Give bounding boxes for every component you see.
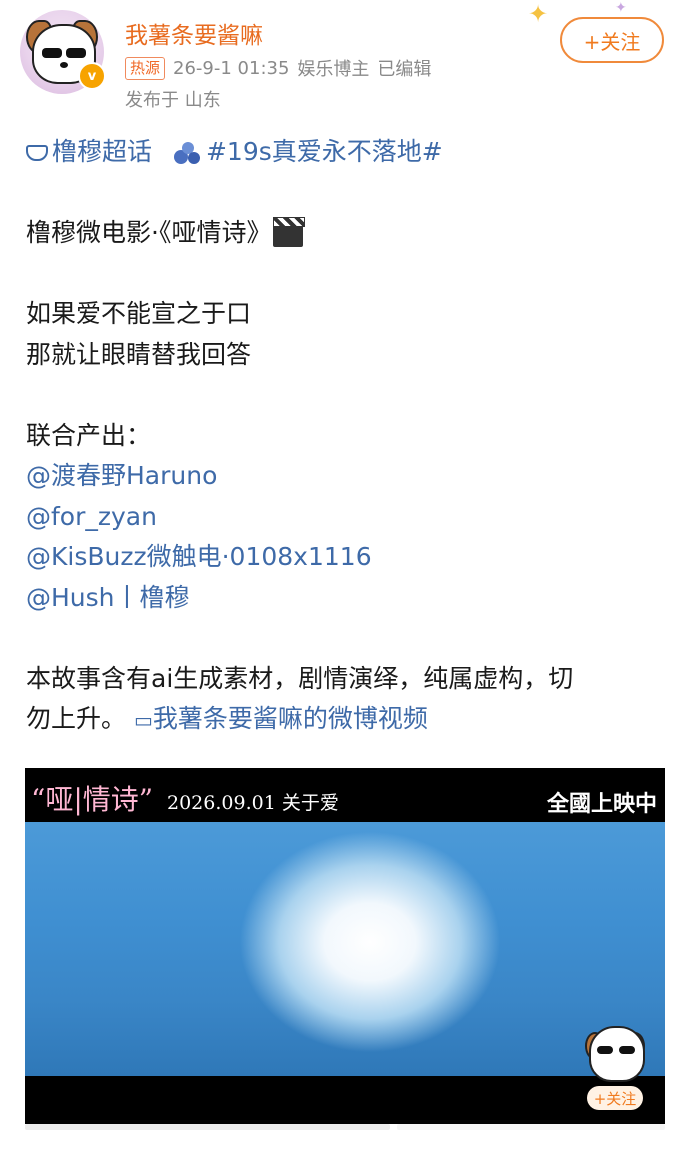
post-body: 橹穆超话 #19s真爱永不落地# 橹穆微电影·《哑情诗》 如果爱不能宣之于口 那… bbox=[26, 132, 666, 741]
bubbles-icon bbox=[172, 140, 202, 166]
post-line-1: 如果爱不能宣之于口 bbox=[26, 299, 252, 328]
edited-label: 已编辑 bbox=[377, 59, 432, 80]
hashtag-link[interactable]: #19s真爱永不落地# bbox=[206, 137, 443, 166]
video-follow-button[interactable]: +关注 bbox=[587, 1086, 643, 1110]
sparkle-icon: ✦ bbox=[615, 0, 627, 16]
user-role: 娱乐博主 bbox=[297, 59, 370, 80]
post-title: 橹穆微电影·《哑情诗》 bbox=[26, 213, 666, 254]
video-date-overlay: 2026.09.01 关于爱 bbox=[167, 792, 339, 814]
video-link[interactable]: ▭我薯条要酱嘛的微博视频 bbox=[134, 704, 428, 733]
user-avatar[interactable]: v bbox=[20, 10, 106, 94]
mention-link[interactable]: @KisBuzz微触电·0108x1116 bbox=[26, 537, 666, 578]
video-player[interactable]: “哑|情诗” 2026.09.01 关于爱 全國上映中 +关注 bbox=[25, 768, 665, 1124]
post-line-2: 那就让眼睛替我回答 bbox=[26, 339, 252, 369]
post-location: 发布于 山东 bbox=[125, 90, 221, 111]
hot-source-tag: 热源 bbox=[125, 56, 166, 80]
diamond-icon bbox=[26, 145, 48, 161]
video-link-icon: ▭ bbox=[133, 708, 153, 732]
indicator-segment bbox=[397, 1124, 665, 1130]
video-top-bar: “哑|情诗” 2026.09.01 关于爱 全國上映中 bbox=[25, 768, 665, 822]
mention-link[interactable]: @Hush丨橹穆 bbox=[26, 578, 666, 619]
super-topic-link[interactable]: 橹穆超话 bbox=[26, 137, 152, 166]
indicator-segment bbox=[25, 1124, 390, 1130]
username[interactable]: 我薯条要酱嘛 bbox=[125, 16, 263, 50]
disclaimer-line-1: 本故事含有ai生成素材，剧情演绎，纯属虚构，切 bbox=[26, 663, 574, 693]
post-header: v 我薯条要酱嘛 热源 26-9-1 01:35 娱乐博主 已编辑 发布于 山东… bbox=[0, 0, 690, 120]
verified-badge-icon: v bbox=[78, 62, 106, 90]
video-showing-overlay: 全國上映中 bbox=[546, 791, 657, 817]
post-datetime: 26-9-1 01:35 bbox=[173, 57, 290, 79]
video-author-avatar[interactable] bbox=[583, 1026, 647, 1086]
clapperboard-icon bbox=[273, 217, 306, 247]
video-title-overlay: “哑|情诗” bbox=[31, 783, 154, 816]
post-meta: 热源 26-9-1 01:35 娱乐博主 已编辑 bbox=[125, 55, 431, 81]
mention-link[interactable]: @渡春野Haruno bbox=[26, 456, 666, 497]
sparkle-icon: ✦ bbox=[528, 0, 549, 28]
video-bottom-bar bbox=[25, 1076, 665, 1124]
credits-label: 联合产出： bbox=[26, 420, 152, 450]
video-frame bbox=[25, 822, 665, 1076]
follow-button[interactable]: +关注 bbox=[560, 17, 664, 63]
topic-line: 橹穆超话 #19s真爱永不落地# bbox=[26, 132, 666, 173]
mention-link[interactable]: @for_zyan bbox=[26, 497, 666, 538]
carousel-indicator bbox=[25, 1124, 665, 1130]
disclaimer-line-2: 勿上升。 ▭我薯条要酱嘛的微博视频 bbox=[26, 704, 428, 733]
